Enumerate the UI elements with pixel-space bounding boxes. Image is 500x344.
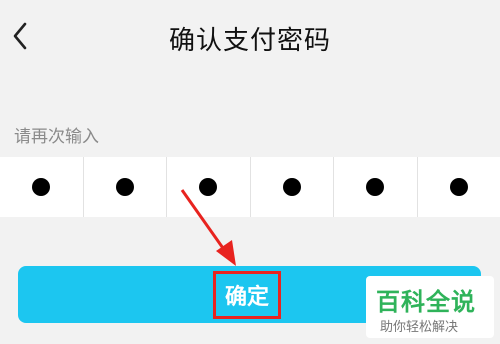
page-title: 确认支付密码 bbox=[168, 26, 331, 56]
pin-box bbox=[418, 157, 500, 217]
confirm-button-label[interactable]: 确定 bbox=[213, 271, 281, 319]
watermark-subtitle: 助你轻松解决 bbox=[380, 320, 459, 335]
pin-box bbox=[334, 157, 418, 217]
pin-dot bbox=[32, 178, 51, 196]
password-input[interactable] bbox=[0, 157, 500, 217]
pin-dot bbox=[366, 178, 385, 196]
top-bar: 确认支付密码 bbox=[0, 0, 500, 80]
pin-box bbox=[84, 157, 167, 217]
pin-dot bbox=[449, 178, 468, 196]
pin-dot bbox=[115, 178, 134, 196]
pin-dot bbox=[199, 178, 218, 196]
pin-dot bbox=[282, 178, 301, 196]
pin-box bbox=[251, 157, 334, 217]
pin-box bbox=[167, 157, 251, 217]
watermark-logo: 百科全说 助你轻松解决 bbox=[366, 276, 494, 338]
input-hint: 请再次输入 bbox=[14, 127, 99, 147]
watermark-title: 百科全说 bbox=[376, 288, 476, 316]
pin-box bbox=[0, 157, 84, 217]
